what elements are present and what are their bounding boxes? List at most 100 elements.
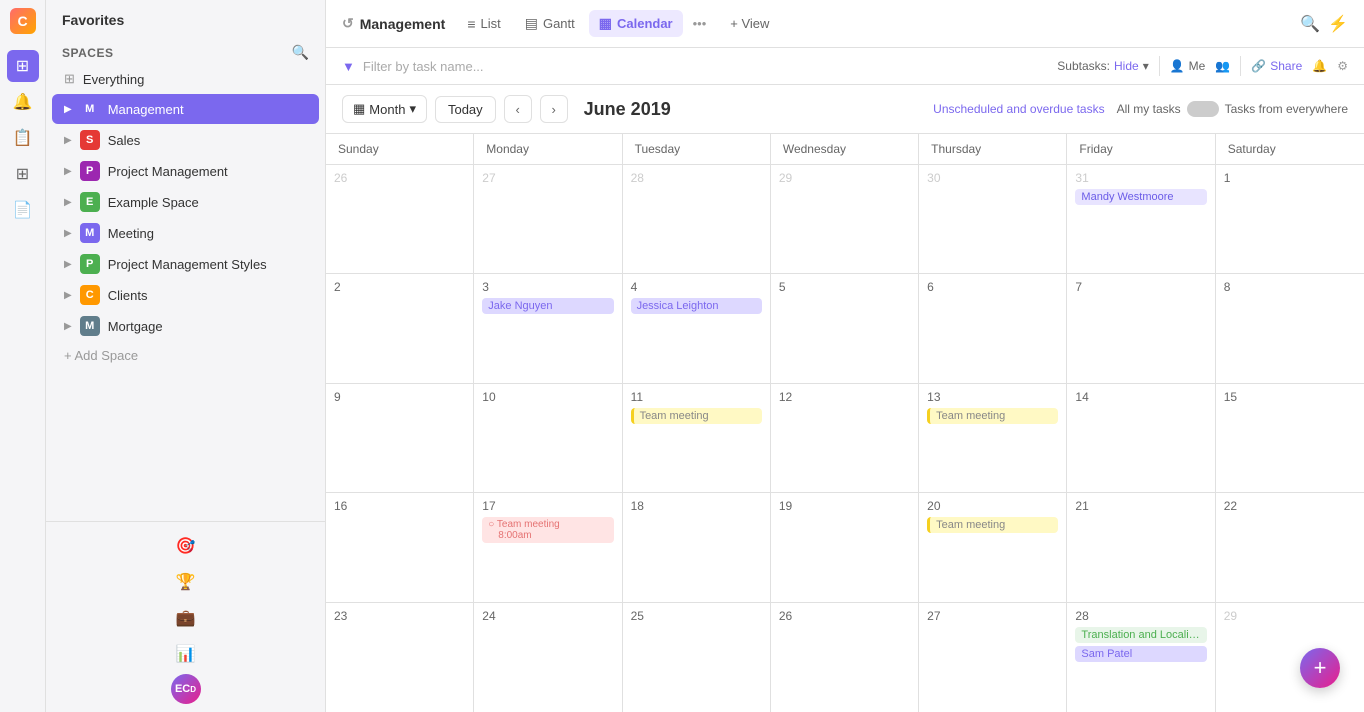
cal-cell-2-5[interactable]: 14 (1067, 384, 1215, 492)
settings-button[interactable]: 🔔 (1312, 59, 1327, 73)
cal-cell-0-4[interactable]: 30 (919, 165, 1067, 273)
unscheduled-link[interactable]: Unscheduled and overdue tasks (933, 102, 1104, 116)
cal-cell-0-0[interactable]: 26 (326, 165, 474, 273)
sidebar-item-sales[interactable]: ▶ S Sales (52, 125, 319, 155)
cell-date: 28 (1075, 609, 1206, 623)
cal-cell-4-2[interactable]: 25 (623, 603, 771, 712)
gear-button[interactable]: ⚙ (1337, 59, 1348, 73)
calendar-event[interactable]: Sam Patel (1075, 646, 1206, 662)
cell-date: 20 (927, 499, 1058, 513)
cal-cell-4-5[interactable]: 28 Translation and Localization Sam Patel (1067, 603, 1215, 712)
sidebar-item-everything[interactable]: ⊞ Everything (52, 66, 319, 92)
cal-cell-4-1[interactable]: 24 (474, 603, 622, 712)
cal-cell-3-0[interactable]: 16 (326, 493, 474, 601)
cal-cell-2-2[interactable]: 11Team meeting (623, 384, 771, 492)
topbar-title-text: Management (360, 16, 446, 32)
app-logo[interactable]: C (10, 8, 36, 34)
prev-month-button[interactable]: ‹ (504, 95, 532, 123)
cal-cell-2-1[interactable]: 10 (474, 384, 622, 492)
bolt-button[interactable]: ⚡ (1328, 14, 1348, 34)
cell-date: 13 (927, 390, 1058, 404)
calendar-event[interactable]: Team meeting (927, 517, 1058, 533)
cal-cell-3-5[interactable]: 21 (1067, 493, 1215, 601)
cal-cell-0-5[interactable]: 31Mandy Westmoore (1067, 165, 1215, 273)
filter-button[interactable]: ▼ (342, 59, 355, 74)
cal-cell-1-0[interactable]: 2 (326, 274, 474, 382)
cal-cell-4-0[interactable]: 23 (326, 603, 474, 712)
cal-cell-0-3[interactable]: 29 (771, 165, 919, 273)
sidebar-item-example-space[interactable]: ▶ E Example Space (52, 187, 319, 217)
cal-cell-0-2[interactable]: 28 (623, 165, 771, 273)
cal-cell-2-0[interactable]: 9 (326, 384, 474, 492)
me-label: Me (1189, 59, 1206, 73)
cal-cell-1-6[interactable]: 8 (1216, 274, 1364, 382)
cal-cell-4-3[interactable]: 26 (771, 603, 919, 712)
cal-cell-3-1[interactable]: 17○ Team meeting8:00am (474, 493, 622, 601)
next-month-button[interactable]: › (540, 95, 568, 123)
user-avatar[interactable]: ECD (171, 674, 201, 704)
all-my-tasks-label: All my tasks (1117, 102, 1181, 116)
add-view-button[interactable]: + View (720, 11, 779, 36)
tab-gantt-label: Gantt (543, 16, 575, 31)
cal-cell-1-4[interactable]: 6 (919, 274, 1067, 382)
left-nav-home[interactable]: ⊞ (7, 50, 39, 82)
cal-cell-1-1[interactable]: 3Jake Nguyen (474, 274, 622, 382)
sidebar-trophy-icon[interactable]: 🏆 (170, 566, 202, 598)
sidebar-item-mortgage[interactable]: ▶ M Mortgage (52, 311, 319, 341)
cal-cell-1-2[interactable]: 4Jessica Leighton (623, 274, 771, 382)
calendar-event[interactable]: Jessica Leighton (631, 298, 762, 314)
cell-date: 6 (927, 280, 1058, 294)
left-nav-notifications[interactable]: 🔔 (7, 86, 39, 118)
calendar-event[interactable]: Translation and Localization (1075, 627, 1206, 643)
cal-cell-4-4[interactable]: 27 (919, 603, 1067, 712)
cal-cell-0-6[interactable]: 1 (1216, 165, 1364, 273)
me-filter-button[interactable]: 👤 Me (1170, 59, 1206, 73)
sidebar-briefcase-icon[interactable]: 💼 (170, 602, 202, 634)
add-space-button[interactable]: + Add Space (52, 343, 319, 368)
sidebar-item-meeting[interactable]: ▶ M Meeting (52, 218, 319, 248)
cal-cell-4-6[interactable]: 29 (1216, 603, 1364, 712)
calendar-event[interactable]: Jake Nguyen (482, 298, 613, 314)
sidebar-item-clients[interactable]: ▶ C Clients (52, 280, 319, 310)
calendar-event[interactable]: Team meeting (631, 408, 762, 424)
month-arrow: ▾ (409, 101, 416, 117)
sidebar-bottom: 🎯 🏆 💼 📊 ECD (46, 521, 325, 712)
search-button[interactable]: 🔍 (1300, 14, 1320, 34)
calendar-event[interactable]: Team meeting (927, 408, 1058, 424)
cell-date: 16 (334, 499, 465, 513)
all-my-tasks-switch[interactable] (1187, 101, 1219, 117)
hide-subtasks-button[interactable]: Hide (1114, 59, 1139, 73)
sidebar-item-project-management-styles[interactable]: ▶ P Project Management Styles (52, 249, 319, 279)
left-nav-dashboards[interactable]: ⊞ (7, 158, 39, 190)
cal-cell-3-6[interactable]: 22 (1216, 493, 1364, 601)
calendar-event[interactable]: Mandy Westmoore (1075, 189, 1206, 205)
filter-input[interactable] (363, 59, 1049, 74)
cal-cell-1-3[interactable]: 5 (771, 274, 919, 382)
person-group-icon: 👥 (1215, 59, 1230, 73)
cal-cell-2-6[interactable]: 15 (1216, 384, 1364, 492)
left-nav-docs[interactable]: 📋 (7, 122, 39, 154)
sidebar-table-icon[interactable]: 📊 (170, 638, 202, 670)
fab-button[interactable]: + (1300, 648, 1340, 688)
month-selector[interactable]: ▦ Month ▾ (342, 95, 427, 123)
cal-cell-3-4[interactable]: 20 Team meeting (919, 493, 1067, 601)
today-button[interactable]: Today (435, 96, 496, 123)
share-button[interactable]: 🔗 Share (1251, 59, 1302, 73)
hide-arrow[interactable]: ▾ (1143, 59, 1149, 73)
cal-cell-2-4[interactable]: 13 Team meeting (919, 384, 1067, 492)
sidebar-search-icon[interactable]: 🔍 (292, 44, 309, 61)
cal-cell-1-5[interactable]: 7 (1067, 274, 1215, 382)
left-nav-reports[interactable]: 📄 (7, 194, 39, 226)
calendar-event[interactable]: ○ Team meeting8:00am (482, 517, 613, 543)
cal-cell-3-2[interactable]: 18 (623, 493, 771, 601)
cal-cell-0-1[interactable]: 27 (474, 165, 622, 273)
sidebar-item-project-management[interactable]: ▶ P Project Management (52, 156, 319, 186)
tab-list[interactable]: ≡ List (457, 11, 510, 37)
sidebar-goals-icon[interactable]: 🎯 (170, 530, 202, 562)
cal-cell-3-3[interactable]: 19 (771, 493, 919, 601)
sidebar-item-management[interactable]: ▶ M Management (52, 94, 319, 124)
cal-cell-2-3[interactable]: 12 (771, 384, 919, 492)
tab-gantt[interactable]: ▤ Gantt (515, 10, 585, 37)
tab-calendar[interactable]: ▦ Calendar (589, 10, 683, 37)
more-tabs-button[interactable]: ••• (687, 12, 713, 35)
